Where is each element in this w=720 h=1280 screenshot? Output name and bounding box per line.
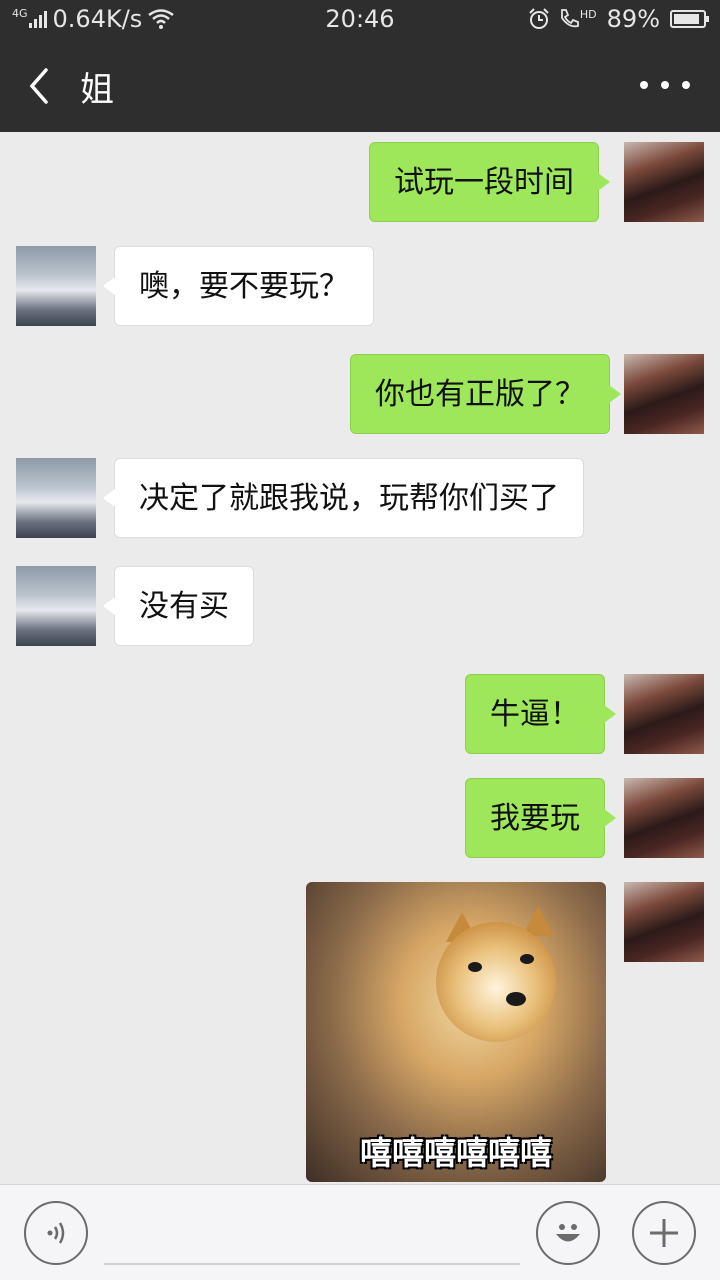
plus-icon — [650, 1219, 678, 1247]
my-avatar[interactable] — [624, 674, 704, 754]
plus-button[interactable] — [632, 1201, 696, 1265]
sticker-message[interactable]: 嘻嘻嘻嘻嘻嘻 — [306, 882, 606, 1182]
hd-label: HD — [579, 8, 597, 21]
message-input[interactable] — [104, 1205, 520, 1265]
message-list[interactable]: 试玩一段时间 噢，要不要玩？ 你也有正版了？ 决定了就跟我说，玩帮你们买了 没有… — [0, 132, 720, 1184]
dog-eye — [520, 954, 534, 964]
message-bubble-me[interactable]: 牛逼！ — [465, 674, 616, 754]
chevron-left-icon[interactable] — [24, 66, 54, 106]
contact-avatar[interactable] — [16, 566, 96, 646]
message-bubble-other[interactable]: 噢，要不要玩？ — [103, 246, 374, 326]
voice-button[interactable] — [24, 1201, 88, 1265]
more-dots-icon[interactable] — [640, 68, 690, 102]
my-avatar[interactable] — [624, 882, 704, 962]
my-avatar[interactable] — [624, 354, 704, 434]
dog-face — [436, 922, 556, 1042]
message-bubble-me[interactable]: 试玩一段时间 — [369, 142, 610, 222]
my-avatar[interactable] — [624, 778, 704, 858]
battery-icon — [670, 10, 709, 28]
dog-nose — [506, 992, 526, 1006]
chat-title: 姐 — [80, 70, 114, 110]
message-bubble-me[interactable]: 我要玩 — [465, 778, 616, 858]
sticker-caption: 嘻嘻嘻嘻嘻嘻 — [359, 1134, 552, 1172]
voice-icon — [47, 1222, 65, 1244]
emoji-icon — [556, 1224, 580, 1242]
hd-call-icon: HD — [558, 8, 597, 30]
input-bar — [0, 1184, 720, 1280]
dog-eye — [468, 962, 482, 972]
message-bubble-other[interactable]: 没有买 — [103, 566, 254, 646]
chat-header: 姐 — [0, 38, 720, 132]
message-bubble-other[interactable]: 决定了就跟我说，玩帮你们买了 — [103, 458, 584, 538]
status-bar: 4G 0.64K/s 20:46 HD 89% — [0, 0, 720, 38]
my-avatar[interactable] — [624, 142, 704, 222]
contact-avatar[interactable] — [16, 246, 96, 326]
message-bubble-me[interactable]: 你也有正版了？ — [350, 354, 621, 434]
emoji-button[interactable] — [536, 1201, 600, 1265]
alarm-icon — [529, 8, 549, 29]
battery-percent: 89% — [606, 5, 660, 33]
contact-avatar[interactable] — [16, 458, 96, 538]
